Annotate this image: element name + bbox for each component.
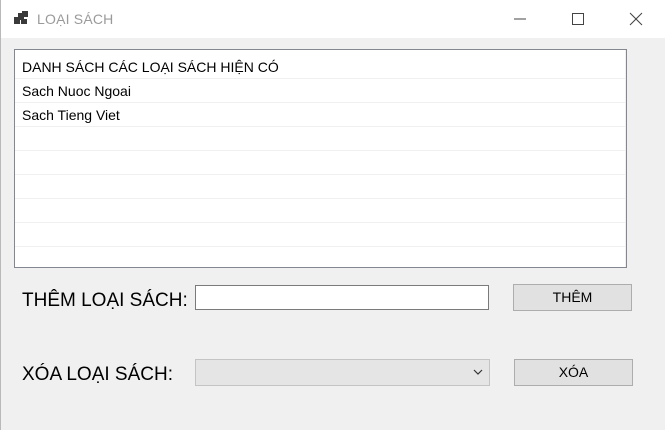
list-item — [15, 247, 625, 271]
close-icon — [629, 12, 643, 26]
list-item — [15, 223, 625, 247]
remove-button[interactable]: XÓA — [514, 359, 633, 386]
add-category-label: THÊM LOẠI SÁCH: — [22, 290, 188, 311]
list-item — [15, 127, 625, 151]
list-item[interactable]: Sach Tieng Viet — [15, 103, 625, 127]
maximize-button[interactable] — [549, 0, 607, 38]
window-title: LOẠI SÁCH — [37, 11, 114, 27]
close-button[interactable] — [607, 0, 665, 38]
add-button[interactable]: THÊM — [513, 284, 632, 311]
list-item — [15, 199, 625, 223]
category-list[interactable]: DANH SÁCH CÁC LOẠI SÁCH HIỆN CÓ Sach Nuo… — [14, 49, 627, 271]
list-item — [15, 175, 625, 199]
window: LOẠI SÁCH DANH SÁCH CÁC LOẠI SÁCH HIỆN C… — [0, 0, 665, 430]
title-bar[interactable]: LOẠI SÁCH — [1, 0, 665, 38]
column-divider — [625, 50, 626, 267]
remove-category-label: XÓA LOẠI SÁCH: — [22, 364, 173, 385]
list-item[interactable]: Sach Nuoc Ngoai — [15, 79, 625, 103]
add-category-input[interactable] — [195, 285, 489, 310]
list-item — [15, 151, 625, 175]
remove-category-select[interactable] — [195, 359, 490, 386]
app-windows-icon — [14, 11, 28, 24]
list-item[interactable]: DANH SÁCH CÁC LOẠI SÁCH HIỆN CÓ — [15, 55, 625, 79]
minimize-icon — [514, 18, 526, 20]
chevron-down-icon[interactable] — [473, 368, 483, 376]
minimize-button[interactable] — [491, 0, 549, 38]
maximize-icon — [572, 13, 584, 25]
